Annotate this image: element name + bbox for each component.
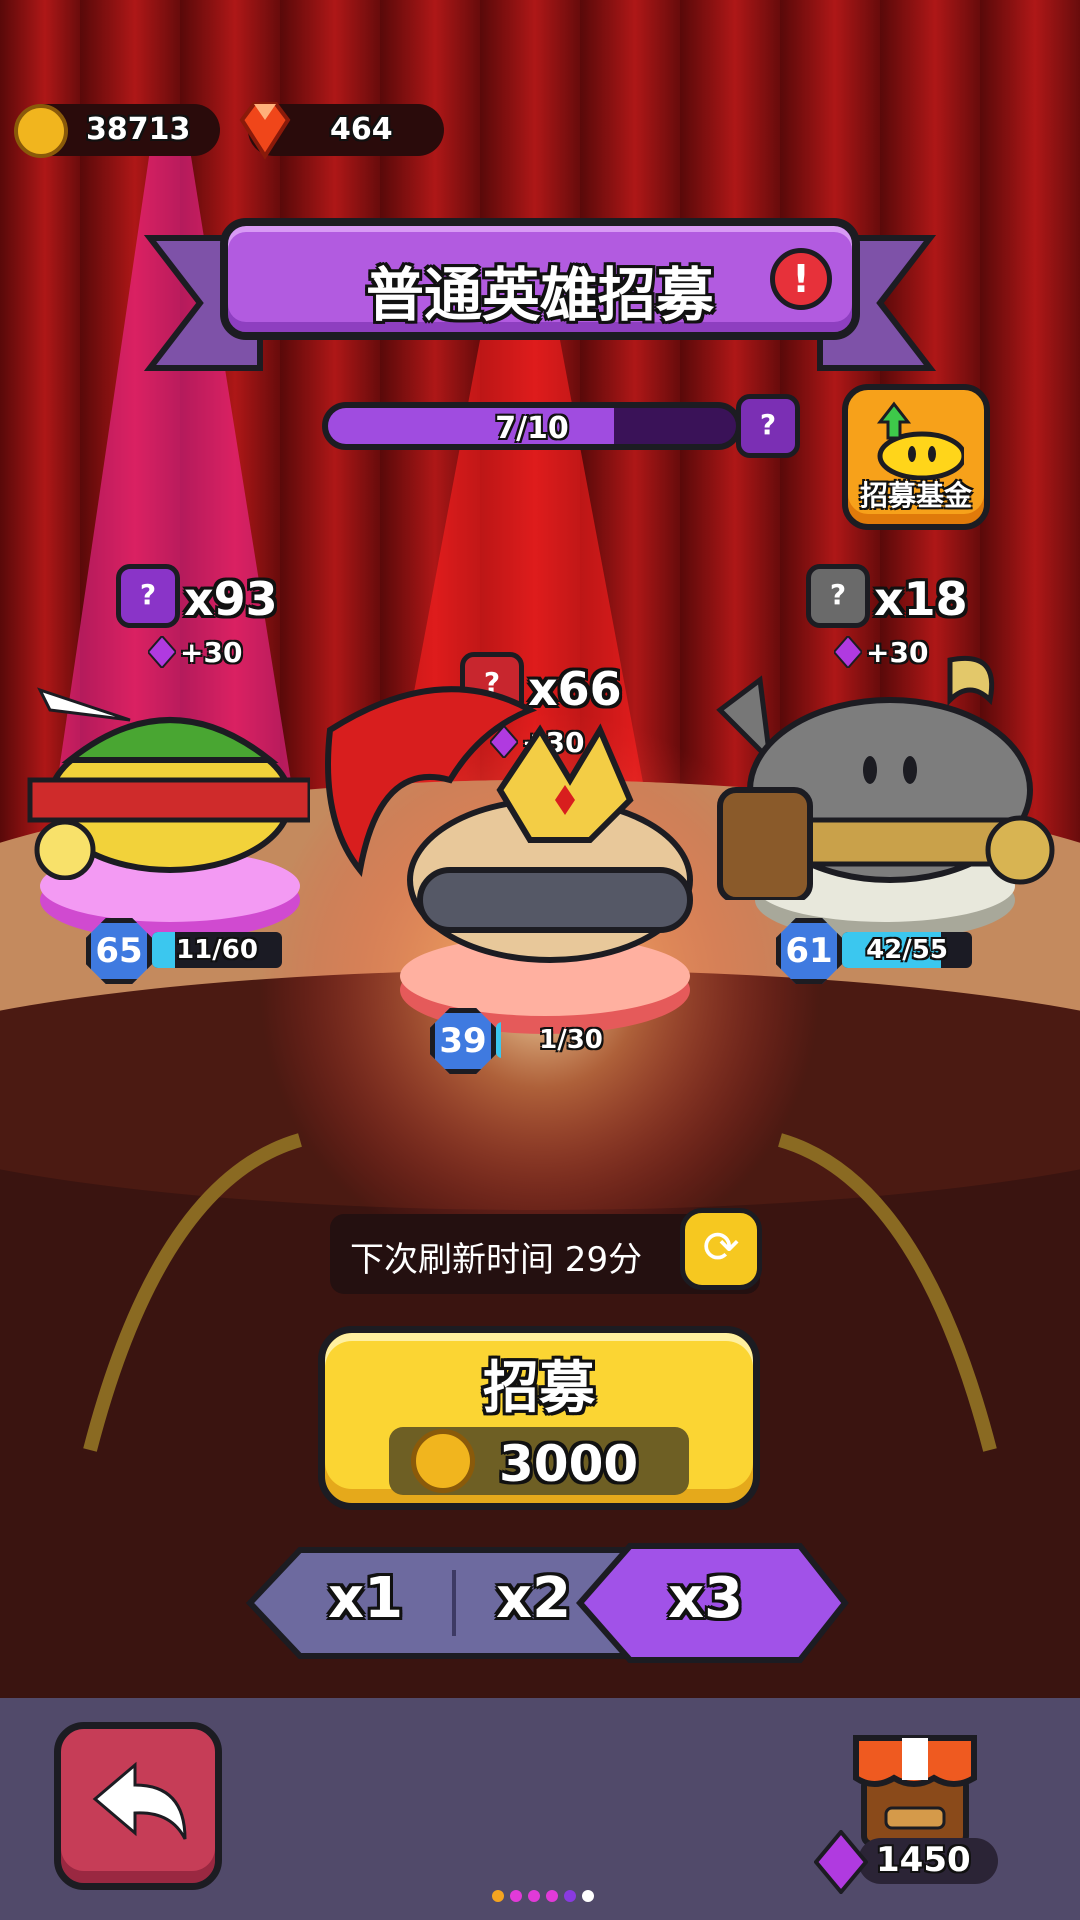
hero-1-bonus: +30 [180,636,243,669]
title-banner: 普通英雄招募 ! [220,218,860,340]
page-dot-1 [492,1890,504,1902]
hero-3-xp-bar: 42/55 [842,932,972,968]
recruit-label: 招募 [483,1356,595,1421]
hero-3-level-badge: 61 [776,918,842,984]
knight-hero-sprite[interactable] [700,640,1060,900]
hero-3-mystery-icon: ? [806,564,870,628]
page-dot-4 [546,1890,558,1902]
progress-text: 7/10 [495,411,569,446]
hero-1-xp-bar: 11/60 [152,932,282,968]
page-title: 普通英雄招募 [365,261,714,329]
refresh-label: 下次刷新时间 29分 [350,1240,643,1280]
gem-amount: 464 [330,112,393,147]
hero-1-mystery-icon: ? [116,564,180,628]
hero-3-count: x18 [874,572,968,626]
hero-3-xp-text: 42/55 [866,935,948,965]
hero-2-level-badge: 39 [430,1008,496,1074]
recruit-cost: 3000 [389,1427,689,1495]
refresh-icon: ⟳ [702,1222,740,1273]
recruit-button[interactable]: 招募 3000 [318,1326,760,1510]
hero-1-gem-icon [146,634,178,670]
purple-gem-icon [814,1830,868,1894]
coin-amount: 38713 [86,112,191,147]
coin-icon [411,1429,475,1493]
page-dot-3 [528,1890,540,1902]
page-dot-2 [510,1890,522,1902]
multiplier-x1-button[interactable]: x1 [328,1566,403,1631]
back-button[interactable] [54,1722,222,1890]
multiplier-x2-button[interactable]: x2 [496,1566,571,1631]
ruby-icon [239,102,291,160]
coin-icon [14,104,68,158]
recruit-fund-button[interactable]: 招募基金 [842,384,990,530]
shop-button[interactable] [850,1728,980,1848]
refresh-button[interactable]: ⟳ [680,1208,762,1290]
multiplier-x3-button[interactable]: x3 [668,1566,743,1631]
progress-reward-mystery-icon[interactable]: ? [736,394,800,458]
hero-1-level-badge: 65 [86,918,152,984]
info-button[interactable]: ! [770,248,832,310]
recruit-cost-amount: 3000 [499,1435,639,1493]
shop-icon [853,1735,977,1847]
hero-1-count: x93 [184,572,278,626]
hero-1-xp-text: 11/60 [176,935,258,965]
page-dot-6 [582,1890,594,1902]
slime-upgrade-icon [876,401,964,480]
warrior-hero-sprite[interactable] [300,670,700,990]
fund-label: 招募基金 [859,479,972,512]
back-arrow-icon [92,1761,187,1840]
shop-gem-amount: 1450 [876,1840,971,1880]
hero-2-xp-bar: 1/30 [496,1022,646,1058]
recruit-progress-bar: 7/10 [322,402,742,450]
hero-2-xp-text: 1/30 [539,1025,603,1055]
archer-hero-sprite[interactable] [10,670,310,880]
page-dot-5 [564,1890,576,1902]
